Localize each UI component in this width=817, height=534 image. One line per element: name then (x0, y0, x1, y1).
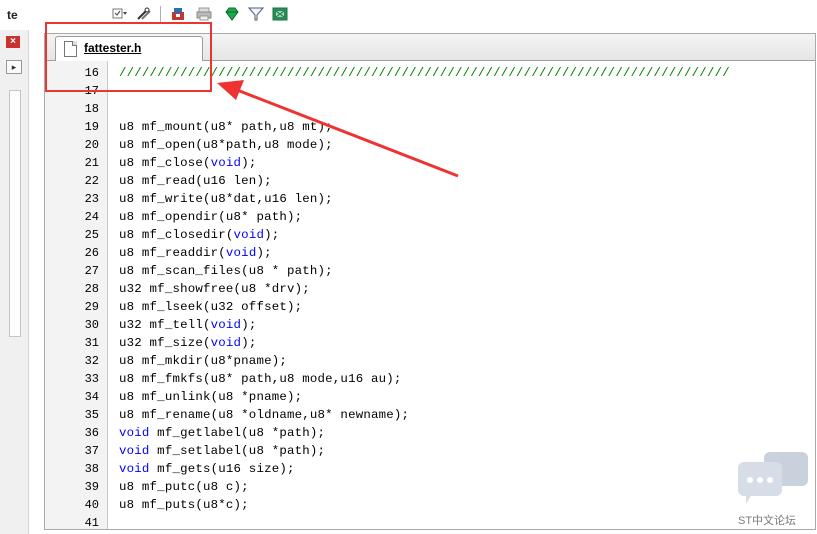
forum-watermark-label: ST中文论坛 (738, 515, 797, 527)
annotation-arrow (217, 80, 459, 178)
